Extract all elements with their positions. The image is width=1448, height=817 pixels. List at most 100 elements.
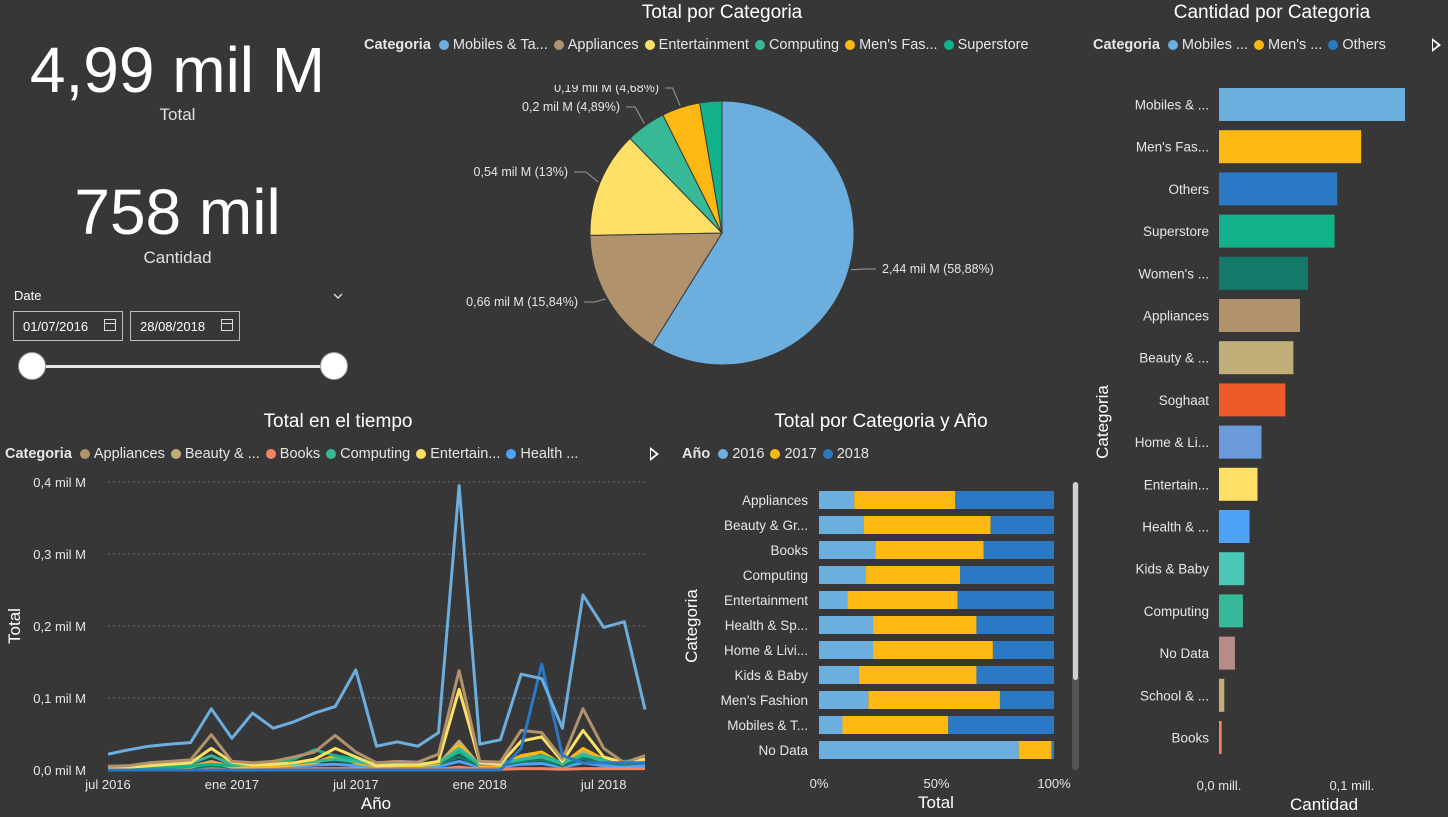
date-slider-start-handle[interactable] bbox=[18, 352, 46, 380]
legend-item[interactable]: 2017 bbox=[770, 446, 817, 462]
legend-dot-icon bbox=[1253, 40, 1264, 50]
line-chart: 0,0 mil M 0,1 mil M 0,2 mil M 0,3 mil M 0,4 … bbox=[5, 475, 647, 813]
legend-item[interactable]: Entertain... bbox=[416, 446, 500, 462]
legend-item[interactable]: 2018 bbox=[822, 446, 869, 462]
legend-label: Mobiles ... bbox=[1181, 37, 1248, 53]
stacked-bar-segment bbox=[842, 716, 949, 734]
hbar-chart: Mobiles & ... Men's Fas... Others Superstor… bbox=[1093, 88, 1405, 814]
legend-item[interactable]: Books bbox=[265, 446, 320, 462]
pie-leader-line bbox=[574, 171, 599, 183]
line-y-tick-label: 0,0 mil M bbox=[33, 763, 86, 778]
pie-chart-title: Total por Categoria bbox=[641, 2, 803, 23]
hbar-category-label: Home & Li... bbox=[1135, 435, 1209, 450]
pie-data-label: 0,66 mil M (15,84%) bbox=[466, 295, 578, 309]
legend-label: Computing bbox=[340, 446, 411, 462]
stacked-bar-segment bbox=[875, 541, 984, 559]
legend-item[interactable]: Appliances bbox=[553, 37, 639, 53]
legend-item[interactable]: 2016 bbox=[718, 446, 764, 462]
hbar-category-label: Computing bbox=[1144, 604, 1209, 619]
legend-item[interactable]: Mobiles ... bbox=[1167, 37, 1248, 53]
stacked-x-tick-label: 0% bbox=[810, 776, 829, 791]
stacked-category-label: Appliances bbox=[742, 493, 808, 508]
hbar-category-label: School & ... bbox=[1140, 688, 1209, 703]
scrollbar-thumb[interactable] bbox=[1073, 482, 1078, 680]
stacked-category-label: Computing bbox=[743, 568, 808, 583]
legend-item[interactable]: Beauty & ... bbox=[170, 446, 260, 462]
stacked-bar-segment bbox=[948, 716, 1054, 734]
hbar-x-tick-label: 0,1 mill. bbox=[1329, 778, 1374, 793]
legend-item[interactable]: Men's Fas... bbox=[845, 37, 938, 53]
legend-label: Appliances bbox=[567, 37, 639, 53]
stacked-category-label: Kids & Baby bbox=[734, 668, 808, 683]
stacked-y-axis-label: Categoria bbox=[682, 589, 701, 663]
legend-next-arrow-icon[interactable] bbox=[1432, 38, 1441, 52]
legend-item[interactable]: Superstore bbox=[943, 37, 1029, 53]
stacked-bar-segment bbox=[976, 666, 1054, 684]
line-legend: Categoria Appliances Beauty & ... Books Comp… bbox=[5, 446, 584, 462]
legend-item[interactable]: Men's ... bbox=[1253, 37, 1322, 53]
stacked-bar-segment bbox=[957, 591, 1054, 609]
stacked-bar-segment bbox=[819, 641, 874, 659]
stacked-bar-segment bbox=[1018, 741, 1052, 759]
hbar-x-tick-label: 0,0 mill. bbox=[1197, 778, 1242, 793]
legend-dot-icon bbox=[822, 449, 833, 459]
legend-item[interactable]: Others bbox=[1328, 37, 1386, 53]
date-slider-track[interactable] bbox=[33, 365, 335, 368]
date-start-input[interactable]: 01/07/2016 bbox=[13, 311, 123, 341]
legend-title: Categoria bbox=[1093, 37, 1160, 53]
hbar-y-axis-label: Categoria bbox=[1093, 385, 1112, 459]
legend-label: 2018 bbox=[836, 446, 869, 462]
legend-item[interactable]: Entertainment bbox=[644, 37, 749, 53]
stacked-bar-segment bbox=[999, 691, 1054, 709]
stacked-bar-segment bbox=[990, 516, 1054, 534]
line-y-tick-label: 0,4 mil M bbox=[33, 475, 86, 490]
stacked-category-label: Home & Livi... bbox=[724, 643, 808, 658]
legend-next-arrow-icon[interactable] bbox=[650, 447, 659, 461]
hbar-bar bbox=[1219, 341, 1294, 375]
stacked-bar-segment bbox=[854, 491, 956, 509]
hbar-category-label: Beauty & ... bbox=[1139, 351, 1209, 366]
hbar-category-label: Kids & Baby bbox=[1135, 562, 1209, 577]
legend-dot-icon bbox=[438, 40, 449, 50]
hbar-bar bbox=[1219, 88, 1405, 121]
hbar-bar bbox=[1219, 383, 1286, 417]
date-end-input[interactable]: 28/08/2018 bbox=[130, 311, 240, 341]
stacked-category-label: Mobiles & T... bbox=[727, 718, 808, 733]
calendar-icon[interactable] bbox=[221, 319, 233, 331]
legend-item[interactable]: Computing bbox=[326, 446, 410, 462]
legend-dot-icon bbox=[553, 40, 564, 50]
hbar-category-label: No Data bbox=[1159, 646, 1209, 661]
hbar-x-axis-label: Cantidad bbox=[1290, 795, 1358, 814]
line-x-tick-label: ene 2018 bbox=[453, 777, 507, 792]
stacked-bar-segment bbox=[819, 591, 848, 609]
line-y-axis-label: Total bbox=[5, 608, 24, 644]
legend-label: 2016 bbox=[732, 446, 765, 462]
chevron-down-icon[interactable] bbox=[332, 291, 344, 301]
pie-leader-line bbox=[584, 298, 606, 303]
stacked-bar-segment bbox=[1051, 741, 1054, 759]
stacked-bar-segment bbox=[873, 616, 977, 634]
legend-item[interactable]: Appliances bbox=[79, 446, 165, 462]
legend-item[interactable]: Mobiles & Ta... bbox=[438, 37, 548, 53]
stacked-chart-title: Total por Categoria y Año bbox=[774, 411, 988, 432]
legend-dot-icon bbox=[416, 449, 427, 459]
stacked-bar-segment bbox=[858, 666, 977, 684]
stacked-bar-segment bbox=[819, 741, 1019, 759]
legend-item[interactable]: Computing bbox=[754, 37, 839, 53]
date-slider-end-handle[interactable] bbox=[320, 352, 348, 380]
calendar-icon[interactable] bbox=[104, 319, 116, 331]
hbar-category-label: Women's ... bbox=[1138, 266, 1209, 281]
stacked-bar-segment bbox=[866, 566, 960, 584]
line-x-axis-label: Año bbox=[361, 794, 391, 813]
stacked-category-label: Entertainment bbox=[724, 593, 808, 608]
pie-data-label: 0,54 mil M (13%) bbox=[474, 165, 568, 179]
hbar-category-label: Soghaat bbox=[1159, 393, 1210, 408]
legend-label: Beauty & ... bbox=[184, 446, 260, 462]
stacked-bar-segment bbox=[819, 716, 843, 734]
kpi-total-label: Total bbox=[159, 105, 196, 124]
kpi-cantidad-value: 758 mil bbox=[74, 176, 281, 248]
stacked-category-label: Beauty & Gr... bbox=[724, 518, 808, 533]
legend-item[interactable]: Health ... bbox=[506, 446, 578, 462]
stacked-bar-segment bbox=[873, 641, 993, 659]
line-x-tick-label: ene 2017 bbox=[205, 777, 259, 792]
